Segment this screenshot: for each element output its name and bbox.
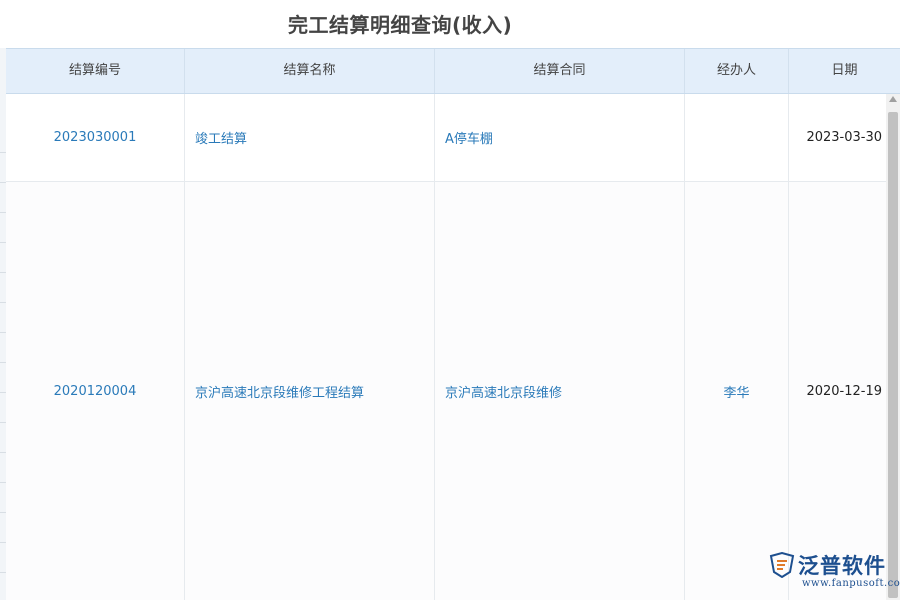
settlement-code-link[interactable]: 2020120004 [54, 384, 137, 399]
scroll-thumb[interactable] [888, 112, 898, 598]
brand-watermark: 泛普软件 www.fanpusoft.com [768, 548, 900, 594]
handler-value: 李华 [723, 385, 750, 401]
settlement-name-link[interactable]: 竣工结算 [195, 128, 247, 147]
date-value: 2023-03-30 [806, 130, 882, 145]
column-header-handler[interactable]: 经办人 [685, 49, 789, 93]
settlement-contract-link[interactable]: 京沪高速北京段维修 [445, 382, 562, 401]
table-row[interactable]: 2023030001 竣工结算 A停车棚 2023-03-30 [6, 94, 900, 182]
cell-handler [685, 94, 789, 181]
cell-code[interactable]: 2020120004 [6, 182, 185, 600]
column-header-date[interactable]: 日期 [789, 49, 900, 93]
settlement-contract-link[interactable]: A停车棚 [445, 128, 493, 147]
vertical-scrollbar[interactable] [886, 94, 900, 600]
column-header-contract[interactable]: 结算合同 [435, 49, 685, 93]
brand-logo-icon [769, 552, 795, 578]
title-bar: 完工结算明细查询(收入) [0, 0, 900, 48]
cell-date: 2023-03-30 [789, 94, 900, 181]
cell-code[interactable]: 2023030001 [6, 94, 185, 181]
brand-name: 泛普软件 [798, 554, 886, 578]
settlement-code-link[interactable]: 2023030001 [54, 130, 137, 145]
settlement-name-link[interactable]: 京沪高速北京段维修工程结算 [195, 382, 364, 401]
data-grid: 结算编号 结算名称 结算合同 经办人 日期 2023030001 竣工结算 A停… [0, 48, 900, 600]
cell-date: 2020-12-19 [789, 182, 900, 600]
date-value: 2020-12-19 [806, 383, 882, 399]
cell-name[interactable]: 竣工结算 [185, 94, 435, 181]
page-title: 完工结算明细查询(收入) [288, 13, 513, 37]
brand-url: www.fanpusoft.com [802, 578, 900, 589]
cell-contract[interactable]: 京沪高速北京段维修 [435, 182, 685, 600]
table-row[interactable]: 2020120004 京沪高速北京段维修工程结算 京沪高速北京段维修 李华 20… [6, 182, 900, 600]
column-header-code[interactable]: 结算编号 [6, 49, 185, 93]
table-header: 结算编号 结算名称 结算合同 经办人 日期 [6, 48, 900, 94]
column-header-name[interactable]: 结算名称 [185, 49, 435, 93]
scroll-up-arrow-icon[interactable] [889, 96, 897, 102]
cell-contract[interactable]: A停车棚 [435, 94, 685, 181]
cell-name[interactable]: 京沪高速北京段维修工程结算 [185, 182, 435, 600]
cell-handler: 李华 [685, 182, 789, 600]
